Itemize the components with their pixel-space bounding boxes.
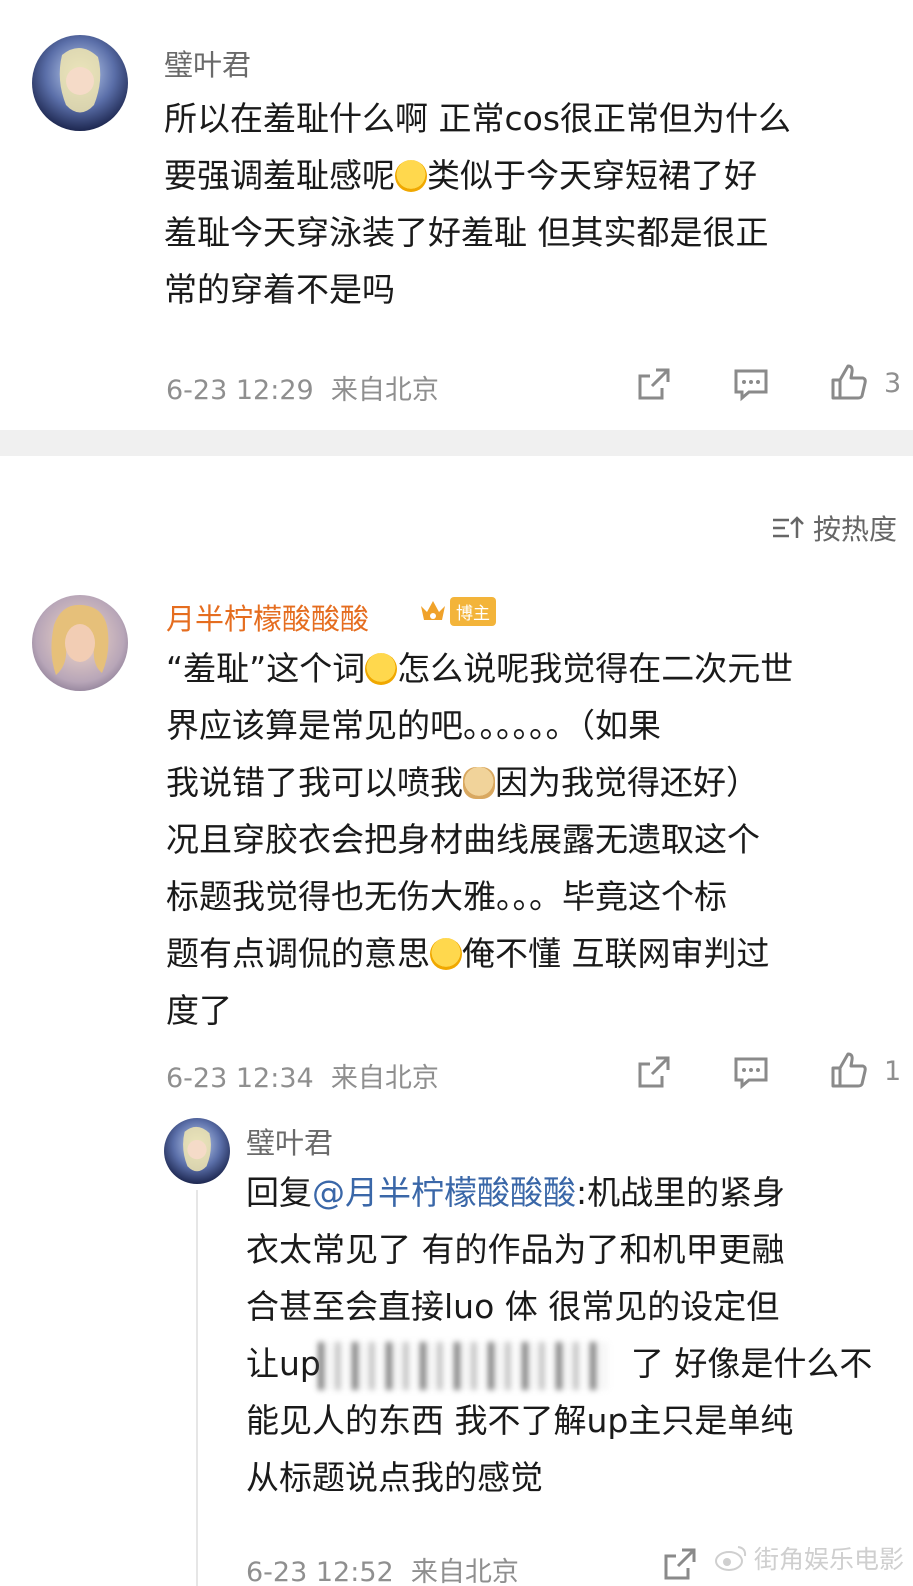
section-divider	[0, 430, 913, 456]
timestamp: 6-23 12:52	[246, 1557, 394, 1586]
mention-link[interactable]: @月半柠檬酸酸酸	[312, 1173, 576, 1212]
weibo-logo-icon	[715, 1546, 747, 1571]
location: 来自北京	[330, 375, 439, 406]
username[interactable]: 月半柠檬酸酸酸	[166, 596, 369, 638]
comment-meta: 6-23 12:52 来自北京	[246, 1550, 519, 1586]
comment-icon[interactable]	[731, 1052, 771, 1092]
share-icon[interactable]	[634, 364, 674, 404]
timestamp: 6-23 12:34	[166, 1063, 314, 1094]
cry-emoji-icon	[430, 938, 462, 970]
badge-label: 博主	[450, 596, 496, 626]
vip-badge: 博主	[418, 596, 496, 626]
location: 来自北京	[410, 1557, 519, 1586]
watermark-text: 街角娱乐电影	[754, 1545, 905, 1574]
dog-emoji-icon	[463, 767, 495, 799]
comment-meta: 6-23 12:29 来自北京	[166, 368, 439, 407]
censored-text-blur	[318, 1342, 608, 1390]
like-icon[interactable]	[829, 362, 869, 402]
share-icon[interactable]	[634, 1052, 674, 1092]
cry-emoji-icon	[395, 160, 427, 192]
avatar[interactable]	[32, 595, 128, 691]
username[interactable]: 璧叶君	[246, 1120, 333, 1162]
timestamp: 6-23 12:29	[166, 375, 314, 406]
comment-text: “羞耻”这个词 怎么说呢我觉得在二次元世 界应该算是常见的吧。。。。。。（如果 我…	[166, 640, 906, 1039]
like-count: 1	[884, 1056, 902, 1087]
like-icon[interactable]	[829, 1050, 869, 1090]
sort-label: 按热度	[812, 513, 897, 546]
comment-meta: 6-23 12:34 来自北京	[166, 1056, 439, 1095]
comment-icon[interactable]	[731, 364, 771, 404]
reply-thread-line	[196, 1190, 198, 1586]
crown-icon	[421, 601, 445, 620]
sort-icon	[772, 516, 804, 538]
like-count: 3	[884, 368, 902, 399]
watermark: 街角娱乐电影	[714, 1540, 904, 1576]
username[interactable]: 璧叶君	[164, 42, 251, 84]
avatar[interactable]	[164, 1118, 230, 1184]
reply-prefix: 回复	[246, 1173, 312, 1212]
cry-emoji-icon	[365, 653, 398, 685]
sort-toggle[interactable]: 按热度	[771, 508, 897, 548]
location: 来自北京	[330, 1063, 439, 1094]
comment-text: 回复@月半柠檬酸酸酸:机战里的紧身 衣太常见了 有的作品为了和机甲更融 合甚至会…	[246, 1164, 906, 1506]
comment-text: 所以在羞耻什么啊 正常cos很正常但为什么 要强调羞耻感呢 类似于今天穿短裙了好 …	[164, 90, 904, 318]
avatar[interactable]	[32, 35, 128, 131]
share-icon[interactable]	[660, 1544, 700, 1584]
comment-text-part: “羞耻”这个词	[166, 649, 366, 688]
